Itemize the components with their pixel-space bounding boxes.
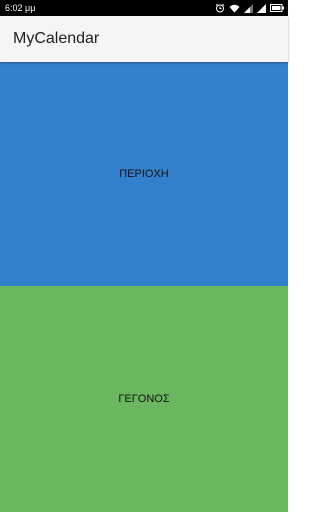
region-tile-label: ΠΕΡΙΟΧΗ	[119, 168, 169, 180]
event-tile-label: ΓΕΓΟΝΟΣ	[118, 393, 170, 405]
alarm-icon	[215, 3, 225, 13]
signal-icon	[257, 3, 266, 13]
event-tile-button[interactable]: ΓΕΓΟΝΟΣ	[0, 286, 288, 512]
screen: 6:02 μμ MyCalendar ΠΕΡΙΟΧΗ ΓΕΓΟΝΟΣ	[0, 0, 288, 512]
status-bar: 6:02 μμ	[0, 0, 288, 16]
app-title: MyCalendar	[13, 30, 100, 47]
signal-icon	[244, 3, 253, 13]
wifi-icon	[229, 4, 240, 13]
status-time: 6:02 μμ	[5, 3, 36, 13]
status-icons	[215, 0, 284, 16]
app-bar: MyCalendar	[0, 16, 288, 62]
battery-icon	[270, 4, 284, 12]
region-tile-button[interactable]: ΠΕΡΙΟΧΗ	[0, 62, 288, 286]
